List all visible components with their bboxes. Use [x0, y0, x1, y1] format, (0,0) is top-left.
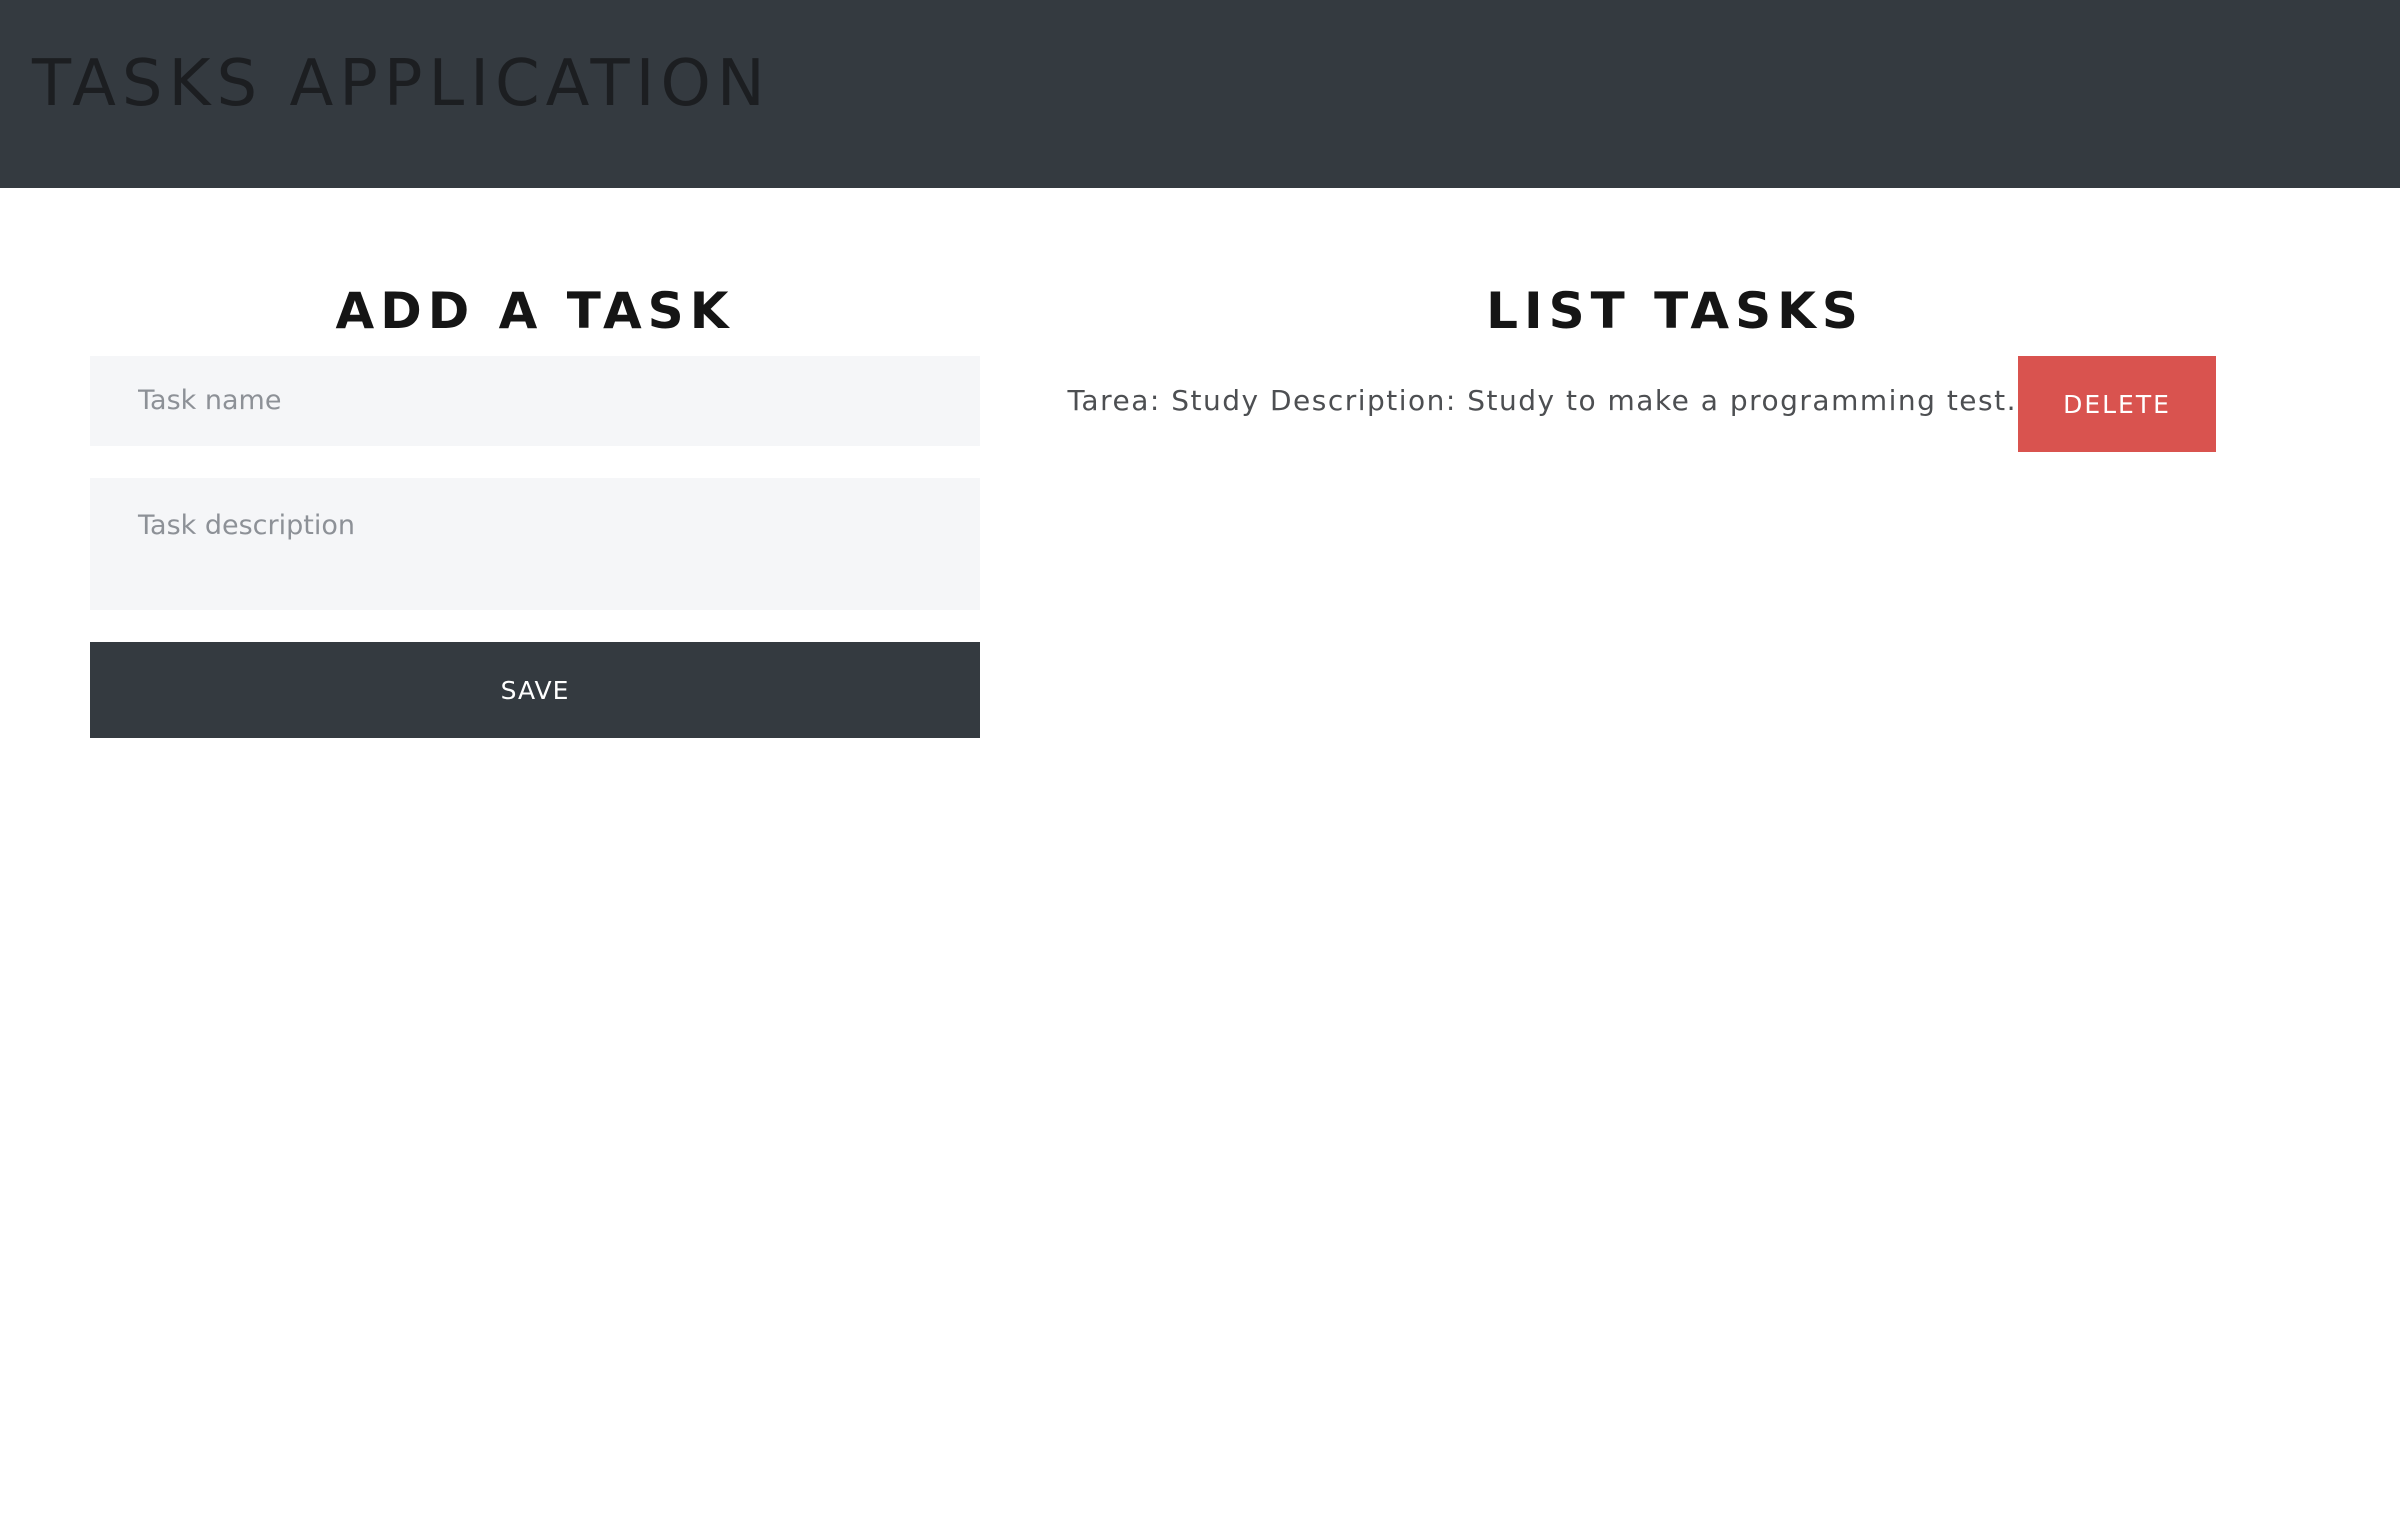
add-task-heading: ADD A TASK	[335, 282, 735, 340]
task-item: Tarea: Study Description: Study to make …	[1067, 356, 2250, 452]
save-button[interactable]: SAVE	[90, 642, 980, 738]
navbar: TASKS APPLICATION	[0, 0, 2400, 188]
delete-button[interactable]: DELETE	[2018, 356, 2216, 452]
list-tasks-heading: LIST TASKS	[1486, 282, 1864, 340]
app-title[interactable]: TASKS APPLICATION	[32, 44, 771, 124]
task-item-text: Tarea: Study Description: Study to make …	[1067, 384, 2017, 417]
task-name-input[interactable]	[90, 356, 980, 446]
task-description-input[interactable]	[90, 478, 980, 610]
